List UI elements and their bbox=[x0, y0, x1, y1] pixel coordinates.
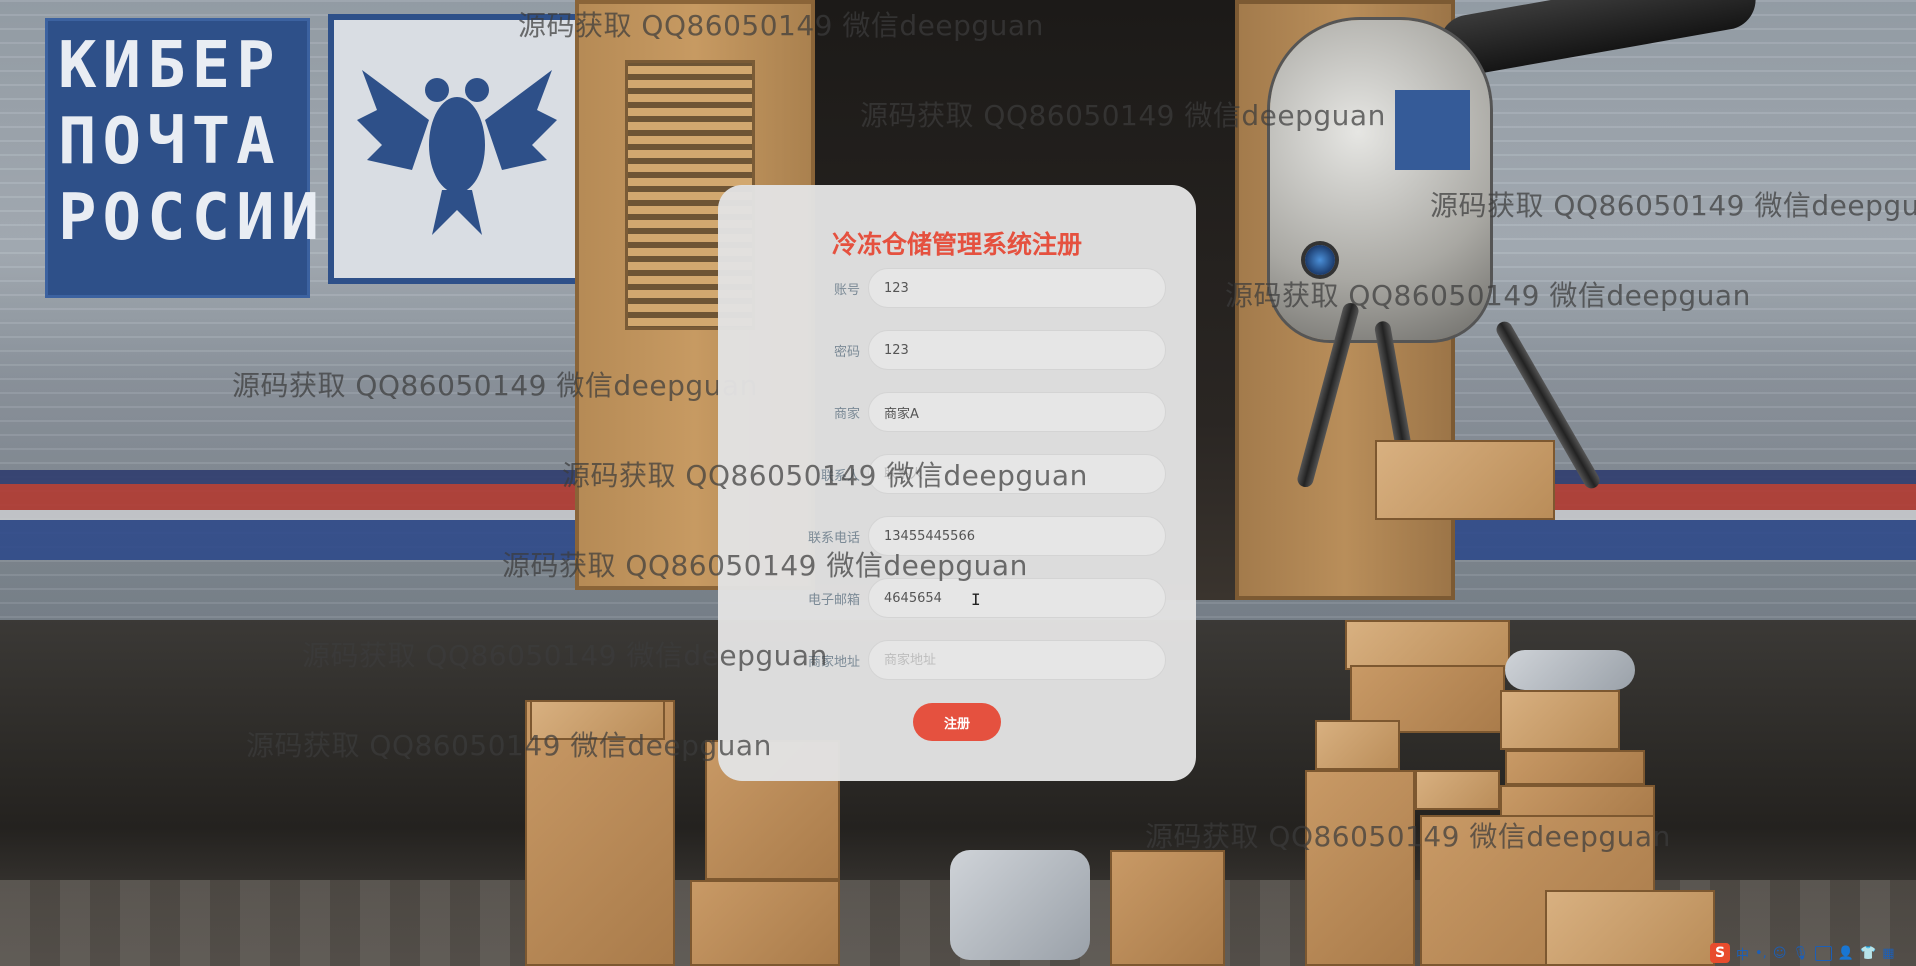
page-title: 冷冻仓储管理系统注册 bbox=[831, 230, 1082, 259]
account-label: 账号 bbox=[833, 283, 860, 298]
watermark-text: 源码获取 QQ86050149 微信deepguan bbox=[1430, 189, 1916, 222]
merchant-input[interactable] bbox=[868, 392, 1166, 432]
mic-icon[interactable]: 🎙 bbox=[1792, 946, 1809, 961]
person-icon[interactable]: 👤 bbox=[1838, 946, 1854, 961]
robot-band bbox=[1395, 90, 1470, 170]
parcel-bag bbox=[950, 850, 1090, 960]
watermark-text: 源码获取 QQ86050149 微信deepguan bbox=[1145, 820, 1671, 853]
emoji-icon[interactable]: ☺ bbox=[1773, 946, 1787, 961]
address-input[interactable] bbox=[868, 640, 1166, 680]
ime-mode[interactable]: 中 bbox=[1736, 944, 1749, 963]
parcel-box bbox=[1545, 890, 1715, 966]
parcel-box bbox=[1500, 690, 1620, 750]
watermark-text: 源码获取 QQ86050149 微信deepguan bbox=[562, 459, 1088, 492]
parcel-box bbox=[1315, 720, 1400, 770]
parcel-box bbox=[1345, 620, 1510, 670]
watermark-text: 源码获取 QQ86050149 微信deepguan bbox=[246, 729, 772, 762]
parcel-box bbox=[1415, 770, 1500, 810]
parcel-box bbox=[690, 880, 840, 966]
watermark-text: 源码获取 QQ86050149 微信deepguan bbox=[860, 99, 1386, 132]
text-cursor-icon: I bbox=[971, 590, 981, 609]
keyboard-icon[interactable] bbox=[1814, 945, 1832, 961]
merchant-label: 商家 bbox=[833, 407, 860, 422]
field-row-password: 密码 bbox=[718, 330, 1196, 370]
field-row-merchant: 商家 bbox=[718, 392, 1196, 432]
sogou-ime-icon[interactable]: S bbox=[1710, 943, 1730, 963]
watermark-text: 源码获取 QQ86050149 微信deepguan bbox=[302, 639, 828, 672]
shirt-icon[interactable]: 👕 bbox=[1860, 946, 1876, 961]
register-button[interactable]: 注册 bbox=[913, 703, 1001, 741]
parcel-bag bbox=[1505, 650, 1635, 690]
password-input[interactable] bbox=[868, 330, 1166, 370]
password-label: 密码 bbox=[833, 345, 860, 360]
parcel-box bbox=[1505, 750, 1645, 785]
email-label: 电子邮箱 bbox=[807, 593, 860, 608]
parcel-box bbox=[1500, 785, 1655, 817]
watermark-text: 源码获取 QQ86050149 微信deepguan bbox=[518, 9, 1044, 42]
field-row-email: 电子邮箱 bbox=[718, 578, 1196, 618]
parcel-box bbox=[1305, 770, 1415, 966]
parcel-box bbox=[1375, 440, 1555, 520]
watermark-text: 源码获取 QQ86050149 微信deepguan bbox=[502, 549, 1028, 582]
account-input[interactable] bbox=[868, 268, 1166, 308]
parcel-box bbox=[1110, 850, 1225, 966]
ime-punctuation[interactable]: •, bbox=[1755, 946, 1767, 961]
grid-icon[interactable]: ▦ bbox=[1882, 946, 1894, 961]
post-logo-text: КИБЕР ПОЧТА РОССИИ bbox=[58, 29, 326, 255]
field-row-account: 账号 bbox=[718, 268, 1196, 308]
watermark-text: 源码获取 QQ86050149 微信deepguan bbox=[232, 369, 758, 402]
email-input[interactable] bbox=[868, 578, 1166, 618]
robot-eye-icon bbox=[1305, 245, 1335, 275]
eagle-emblem-icon bbox=[357, 70, 557, 235]
ime-toolbar[interactable]: S 中 •, ☺ 🎙 👤 👕 ▦ bbox=[1710, 942, 1895, 964]
watermark-text: 源码获取 QQ86050149 微信deepguan bbox=[1225, 279, 1751, 312]
